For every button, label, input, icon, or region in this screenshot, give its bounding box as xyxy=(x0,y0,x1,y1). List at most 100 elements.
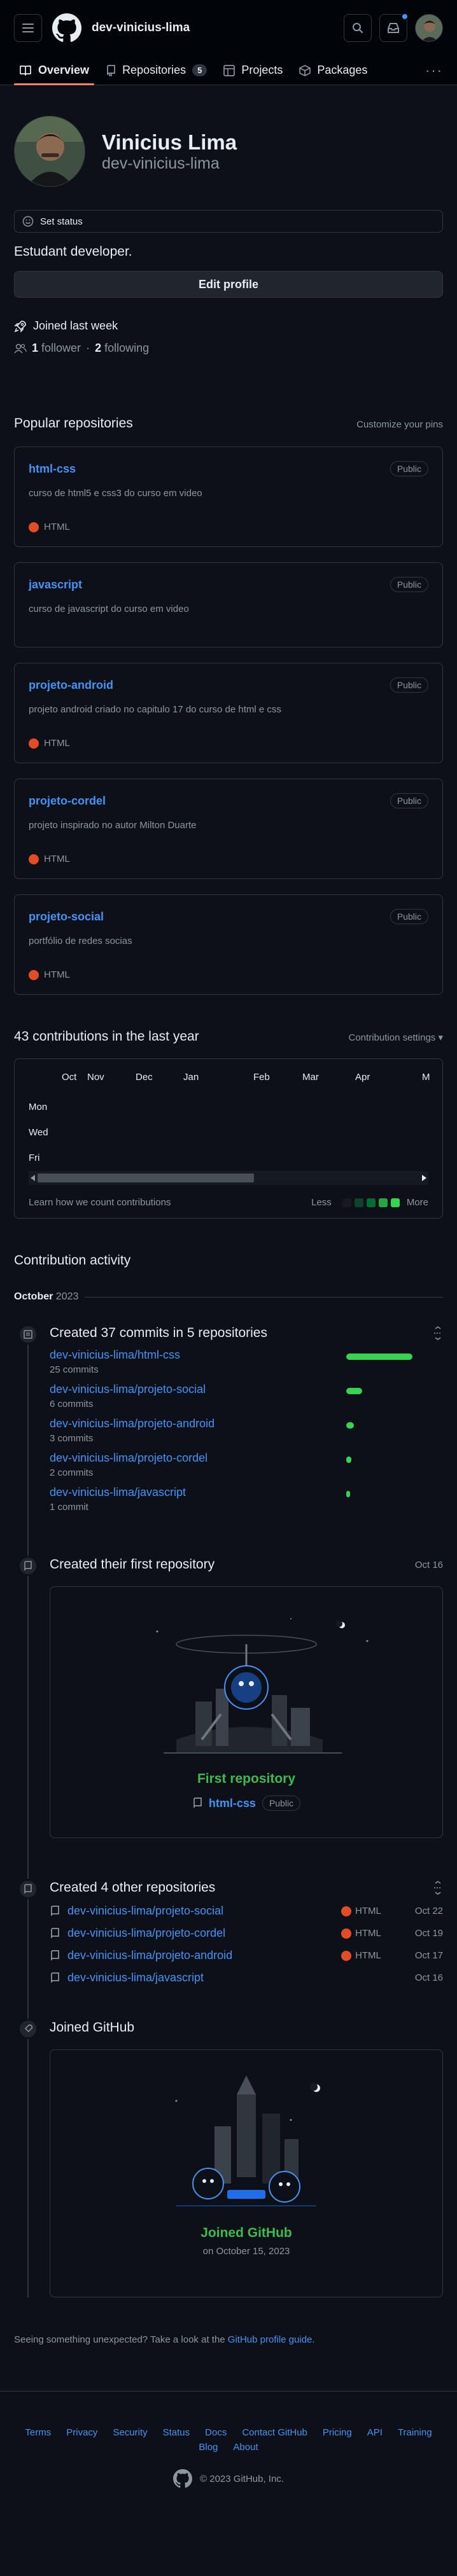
profile-avatar[interactable] xyxy=(14,116,85,187)
joined-event-title: Joined GitHub xyxy=(50,2020,135,2035)
footer-link[interactable]: Pricing xyxy=(323,2427,352,2438)
footer-link[interactable]: About xyxy=(233,2442,258,2453)
contribution-settings-button[interactable]: Contribution settings ▾ xyxy=(349,1032,443,1043)
profile-tabs: Overview Repositories 5 Projects Package… xyxy=(0,56,457,85)
notification-dot xyxy=(401,13,409,20)
github-mark-icon[interactable] xyxy=(173,2469,193,2488)
feedback-note: Seeing something unexpected? Take a look… xyxy=(14,2334,443,2345)
status-label: Set status xyxy=(40,216,83,227)
footer-link[interactable]: Blog xyxy=(199,2442,218,2453)
more-tabs-icon[interactable]: ··· xyxy=(425,56,443,85)
commit-count: 2 commits xyxy=(50,1467,94,1478)
created-repo-link[interactable]: dev-vinicius-lima/projeto-social xyxy=(67,1904,341,1918)
collapse-icon[interactable] xyxy=(433,1326,443,1340)
followers-link[interactable]: 1 follower xyxy=(32,342,81,355)
first-repo-illustration xyxy=(156,1618,369,1754)
edit-profile-button[interactable]: Edit profile xyxy=(14,271,443,298)
footer-link[interactable]: API xyxy=(367,2427,383,2438)
created-repo-link[interactable]: dev-vinicius-lima/projeto-android xyxy=(67,1949,341,1962)
rocket-icon xyxy=(14,320,26,333)
scroll-thumb[interactable] xyxy=(38,1174,254,1182)
legend-square xyxy=(378,1198,388,1207)
pinned-repo-link[interactable]: projeto-android xyxy=(29,679,113,692)
created-repo-link[interactable]: dev-vinicius-lima/projeto-cordel xyxy=(67,1927,341,1940)
contributions-title: 43 contributions in the last year xyxy=(14,1029,199,1044)
commit-repo-link[interactable]: dev-vinicius-lima/projeto-social xyxy=(50,1383,206,1395)
commit-repo-link[interactable]: dev-vinicius-lima/projeto-cordel xyxy=(50,1451,207,1464)
pinned-repo-description: curso de html5 e css3 do curso em video xyxy=(29,488,202,499)
activity-year: 2023 xyxy=(55,1291,79,1302)
tab-repositories[interactable]: Repositories 5 xyxy=(101,56,212,85)
commit-repo-link[interactable]: dev-vinicius-lima/html-css xyxy=(50,1348,180,1361)
repo-language: HTML xyxy=(341,1906,405,1916)
commit-repo-link[interactable]: dev-vinicius-lima/projeto-android xyxy=(50,1417,214,1430)
menu-button[interactable] xyxy=(14,14,42,42)
pinned-repo-link[interactable]: projeto-social xyxy=(29,910,104,924)
learn-contributions-link[interactable]: Learn how we count contributions xyxy=(29,1197,171,1208)
repo-icon xyxy=(51,1972,59,1983)
set-status-button[interactable]: Set status xyxy=(14,210,443,233)
pinned-repo-card: projeto-android Public projeto android cri… xyxy=(14,663,443,763)
inbox-button[interactable] xyxy=(379,13,409,42)
commit-repo-row: dev-vinicius-lima/html-css 25 commits xyxy=(50,1348,443,1375)
footer-link[interactable]: Privacy xyxy=(66,2427,97,2438)
scroll-right-icon[interactable] xyxy=(421,1175,426,1181)
tab-overview[interactable]: Overview xyxy=(14,56,95,85)
visibility-badge: Public xyxy=(390,793,428,808)
tab-packages[interactable]: Packages xyxy=(294,56,372,85)
profile-bio: Estudant developer. xyxy=(14,244,132,259)
collapse-icon[interactable] xyxy=(433,1881,443,1895)
commit-bar xyxy=(346,1388,362,1394)
visibility-badge: Public xyxy=(390,461,428,476)
repo-event-icon xyxy=(18,1556,38,1576)
language-name: HTML xyxy=(355,1950,381,1961)
customize-pins-link[interactable]: Customize your pins xyxy=(356,419,443,430)
following-link[interactable]: 2 following xyxy=(95,342,149,355)
created-repo-link[interactable]: dev-vinicius-lima/javascript xyxy=(67,1971,341,1984)
legend-square xyxy=(342,1198,351,1207)
footer-link[interactable]: Contact GitHub xyxy=(242,2427,307,2438)
profile-guide-link[interactable]: GitHub profile guide xyxy=(228,2334,313,2345)
footer-link[interactable]: Training xyxy=(398,2427,432,2438)
pinned-repo-link[interactable]: projeto-cordel xyxy=(29,794,106,808)
day-label: Fri xyxy=(29,1153,40,1163)
month-label: Apr xyxy=(355,1072,370,1083)
repo-language: HTML xyxy=(29,522,70,532)
day-label: Mon xyxy=(29,1102,48,1112)
commit-repo-link[interactable]: dev-vinicius-lima/javascript xyxy=(50,1486,186,1499)
search-button[interactable] xyxy=(344,14,372,42)
pinned-header: Popular repositories Customize your pins xyxy=(14,416,443,431)
following-count: 2 xyxy=(95,342,102,354)
scroll-left-icon[interactable] xyxy=(31,1175,36,1181)
footer-link[interactable]: Terms xyxy=(25,2427,51,2438)
github-logo-icon[interactable] xyxy=(52,13,81,43)
created-repo-row: dev-vinicius-lima/projeto-cordel HTML Oct … xyxy=(50,1927,443,1940)
site-footer: Terms Privacy Security Status Docs Contact Gi… xyxy=(0,2391,457,2488)
pinned-repo-link[interactable]: html-css xyxy=(29,462,76,476)
pinned-repo-link[interactable]: javascript xyxy=(29,578,82,592)
joined-card: Joined GitHub on October 15, 2023 xyxy=(50,2049,443,2297)
repo-icon xyxy=(51,1927,59,1938)
hamburger-icon xyxy=(22,24,34,32)
repo-language: HTML xyxy=(29,738,70,749)
month-label: Oct xyxy=(62,1072,77,1083)
day-labels: Mon Wed Fri xyxy=(29,1095,428,1171)
pinned-repo-description: projeto inspirado no autor Milton Duarte xyxy=(29,820,197,831)
feedback-text: Seeing something unexpected? Take a look… xyxy=(14,2334,228,2345)
tab-projects[interactable]: Projects xyxy=(218,56,288,85)
graph-scrollbar[interactable] xyxy=(29,1171,428,1185)
user-avatar[interactable] xyxy=(415,14,443,42)
copyright: © 2023 GitHub, Inc. xyxy=(0,2469,457,2488)
created-repo-row: dev-vinicius-lima/javascript Oct 16 xyxy=(50,1971,443,1984)
joined-text: Joined last week xyxy=(33,319,118,332)
footer-link[interactable]: Status xyxy=(163,2427,190,2438)
language-name: HTML xyxy=(44,738,70,749)
footer-link[interactable]: Docs xyxy=(205,2427,227,2438)
created-repo-date: Oct 22 xyxy=(414,1906,443,1916)
owner-name[interactable]: dev-vinicius-lima xyxy=(92,21,190,35)
first-repo-card: First repository html-css Public xyxy=(50,1586,443,1838)
commit-bar xyxy=(346,1491,350,1497)
app-header: dev-vinicius-lima xyxy=(0,0,457,56)
first-repo-link[interactable]: html-css xyxy=(209,1797,256,1810)
footer-link[interactable]: Security xyxy=(113,2427,147,2438)
